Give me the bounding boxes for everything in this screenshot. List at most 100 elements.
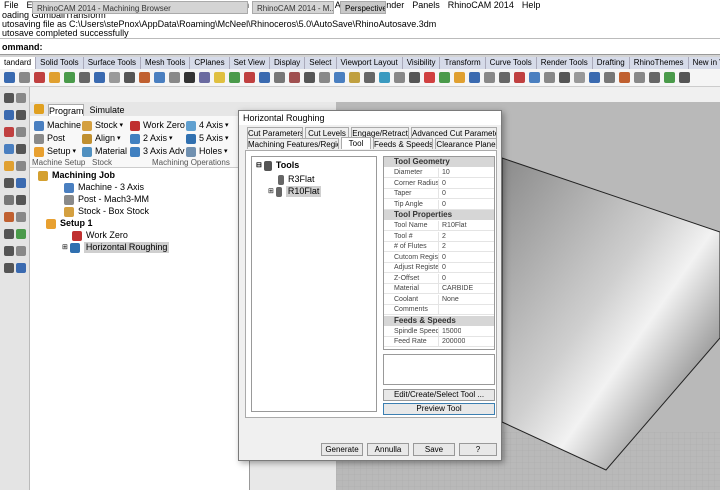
toolbar-tool-icon[interactable]	[124, 72, 135, 83]
property-row[interactable]: Z-Offset 0	[384, 273, 494, 284]
property-row[interactable]: Adjust Register 0	[384, 263, 494, 273]
toolbar-tool-icon[interactable]	[94, 72, 105, 83]
toolbar-tool-icon[interactable]	[574, 72, 585, 83]
command-tool-icon[interactable]	[4, 93, 14, 103]
work-zero-button[interactable]: Work Zero	[130, 120, 185, 131]
property-category[interactable]: Tool Geometry	[384, 157, 494, 167]
second-browser-tab[interactable]: RhinoCAM 2014 - M...	[252, 1, 334, 14]
property-row[interactable]: Tool Name R10Flat	[384, 221, 494, 231]
toolbar-tab[interactable]: Render Tools	[537, 57, 593, 69]
toolbar-tab[interactable]: Drafting	[593, 57, 630, 69]
command-tool-icon[interactable]	[16, 229, 26, 239]
align-button[interactable]: Align ▾	[82, 133, 121, 144]
machining-browser-tab[interactable]: RhinoCAM 2014 - Machining Browser	[32, 1, 248, 14]
toolbar-tool-icon[interactable]	[379, 72, 390, 83]
axis5-button[interactable]: 5 Axis ▾	[186, 133, 229, 144]
property-row[interactable]: Tip Angle 0	[384, 199, 494, 210]
property-row[interactable]: Taper 0	[384, 189, 494, 199]
command-tool-icon[interactable]	[4, 144, 14, 154]
command-tool-icon[interactable]	[16, 144, 26, 154]
property-value[interactable]: None	[439, 295, 459, 304]
command-tool-icon[interactable]	[4, 263, 14, 273]
toolbar-tool-icon[interactable]	[439, 72, 450, 83]
property-row[interactable]: Feed Rate 200000	[384, 337, 494, 347]
holes-button[interactable]: Holes ▾	[186, 146, 228, 157]
toolbar-tab[interactable]: Surface Tools	[84, 57, 142, 69]
tab-cut-parameters[interactable]: Cut Parameters	[247, 127, 303, 138]
toolbar-tool-icon[interactable]	[334, 72, 345, 83]
property-value[interactable]: 2	[439, 242, 446, 251]
help-button[interactable]: ?	[459, 443, 497, 456]
setup-button[interactable]: Setup ▾	[34, 146, 76, 157]
property-value[interactable]: 10	[439, 168, 450, 177]
toolbar-tab[interactable]: CPlanes	[190, 57, 230, 69]
toolbar-tool-icon[interactable]	[64, 72, 75, 83]
property-value[interactable]: 15000	[439, 327, 461, 336]
toolbar-tab[interactable]: Transform	[440, 57, 486, 69]
toolbar-tool-icon[interactable]	[139, 72, 150, 83]
property-row[interactable]: # of Flutes 2	[384, 242, 494, 252]
menu-item[interactable]: File	[0, 0, 23, 11]
command-tool-icon[interactable]	[16, 246, 26, 256]
property-row[interactable]: Comments	[384, 305, 494, 315]
menu-item[interactable]: Panels	[408, 0, 444, 11]
toolbar-tool-icon[interactable]	[184, 72, 195, 83]
toolbar-tool-icon[interactable]	[199, 72, 210, 83]
toolbar-tool-icon[interactable]	[244, 72, 255, 83]
command-tool-icon[interactable]	[16, 263, 26, 273]
toolbar-tab[interactable]: Viewport Layout	[337, 57, 403, 69]
property-row[interactable]: Diameter 10	[384, 168, 494, 178]
toolbar-tool-icon[interactable]	[499, 72, 510, 83]
toolbar-tool-icon[interactable]	[319, 72, 330, 83]
toolbar-tab[interactable]: Select	[305, 57, 337, 69]
tools-root[interactable]: ⊟ Tools	[256, 160, 299, 171]
axis2-button[interactable]: 2 Axis ▾	[130, 133, 173, 144]
tool-item-selected[interactable]: ⊞ R10Flat	[268, 186, 322, 197]
toolbar-tool-icon[interactable]	[169, 72, 180, 83]
post-button[interactable]: Post	[34, 133, 65, 144]
toolbar-tool-icon[interactable]	[304, 72, 315, 83]
tree-node-stock[interactable]: Stock - Box Stock	[64, 206, 149, 217]
toolbar-tab[interactable]: New in V5	[689, 57, 720, 69]
material-button[interactable]: Material	[82, 146, 127, 157]
toolbar-tool-icon[interactable]	[679, 72, 690, 83]
command-tool-icon[interactable]	[16, 195, 26, 205]
toolbar-tool-icon[interactable]	[469, 72, 480, 83]
toolbar-tool-icon[interactable]	[604, 72, 615, 83]
menu-item[interactable]: Help	[518, 0, 545, 11]
toolbar-tool-icon[interactable]	[109, 72, 120, 83]
toolbar-tool-icon[interactable]	[154, 72, 165, 83]
toolbar-tool-icon[interactable]	[364, 72, 375, 83]
command-tool-icon[interactable]	[16, 93, 26, 103]
tab-advanced-cut-parameters[interactable]: Advanced Cut Parameters	[411, 127, 497, 138]
property-value[interactable]: 0	[439, 263, 446, 272]
property-value[interactable]: CARBIDE	[439, 284, 473, 293]
toolbar-tab[interactable]: Solid Tools	[36, 57, 84, 69]
toolbar-tool-icon[interactable]	[589, 72, 600, 83]
toolbar-tool-icon[interactable]	[514, 72, 525, 83]
command-tool-icon[interactable]	[4, 161, 14, 171]
toolbar-tool-icon[interactable]	[409, 72, 420, 83]
toolbar-tool-icon[interactable]	[49, 72, 60, 83]
command-tool-icon[interactable]	[4, 212, 14, 222]
toolbar-tool-icon[interactable]	[229, 72, 240, 83]
tree-node-operation[interactable]: ⊞ Horizontal Roughing	[62, 242, 170, 253]
property-value[interactable]: 0	[439, 253, 446, 262]
tree-node-work-zero[interactable]: Work Zero	[72, 230, 128, 241]
toolbar-tool-icon[interactable]	[394, 72, 405, 83]
tree-node-setup[interactable]: Setup 1	[46, 218, 93, 229]
toolbar-tool-icon[interactable]	[349, 72, 360, 83]
toolbar-tool-icon[interactable]	[544, 72, 555, 83]
tab-program[interactable]: Program	[48, 104, 84, 116]
toolbar-tab[interactable]: Mesh Tools	[141, 57, 191, 69]
toolbar-tool-icon[interactable]	[634, 72, 645, 83]
toolbar-tool-icon[interactable]	[34, 72, 45, 83]
tree-node-job[interactable]: Machining Job	[38, 170, 115, 181]
preview-tool-button[interactable]: Preview Tool	[383, 403, 495, 415]
property-value[interactable]: 0	[439, 200, 446, 209]
property-value[interactable]: 200000	[439, 337, 465, 346]
toolbar-tool-icon[interactable]	[664, 72, 675, 83]
property-category[interactable]: Feeds & Speeds	[384, 315, 494, 326]
command-tool-icon[interactable]	[16, 178, 26, 188]
command-prompt[interactable]: ommand:	[0, 38, 720, 55]
